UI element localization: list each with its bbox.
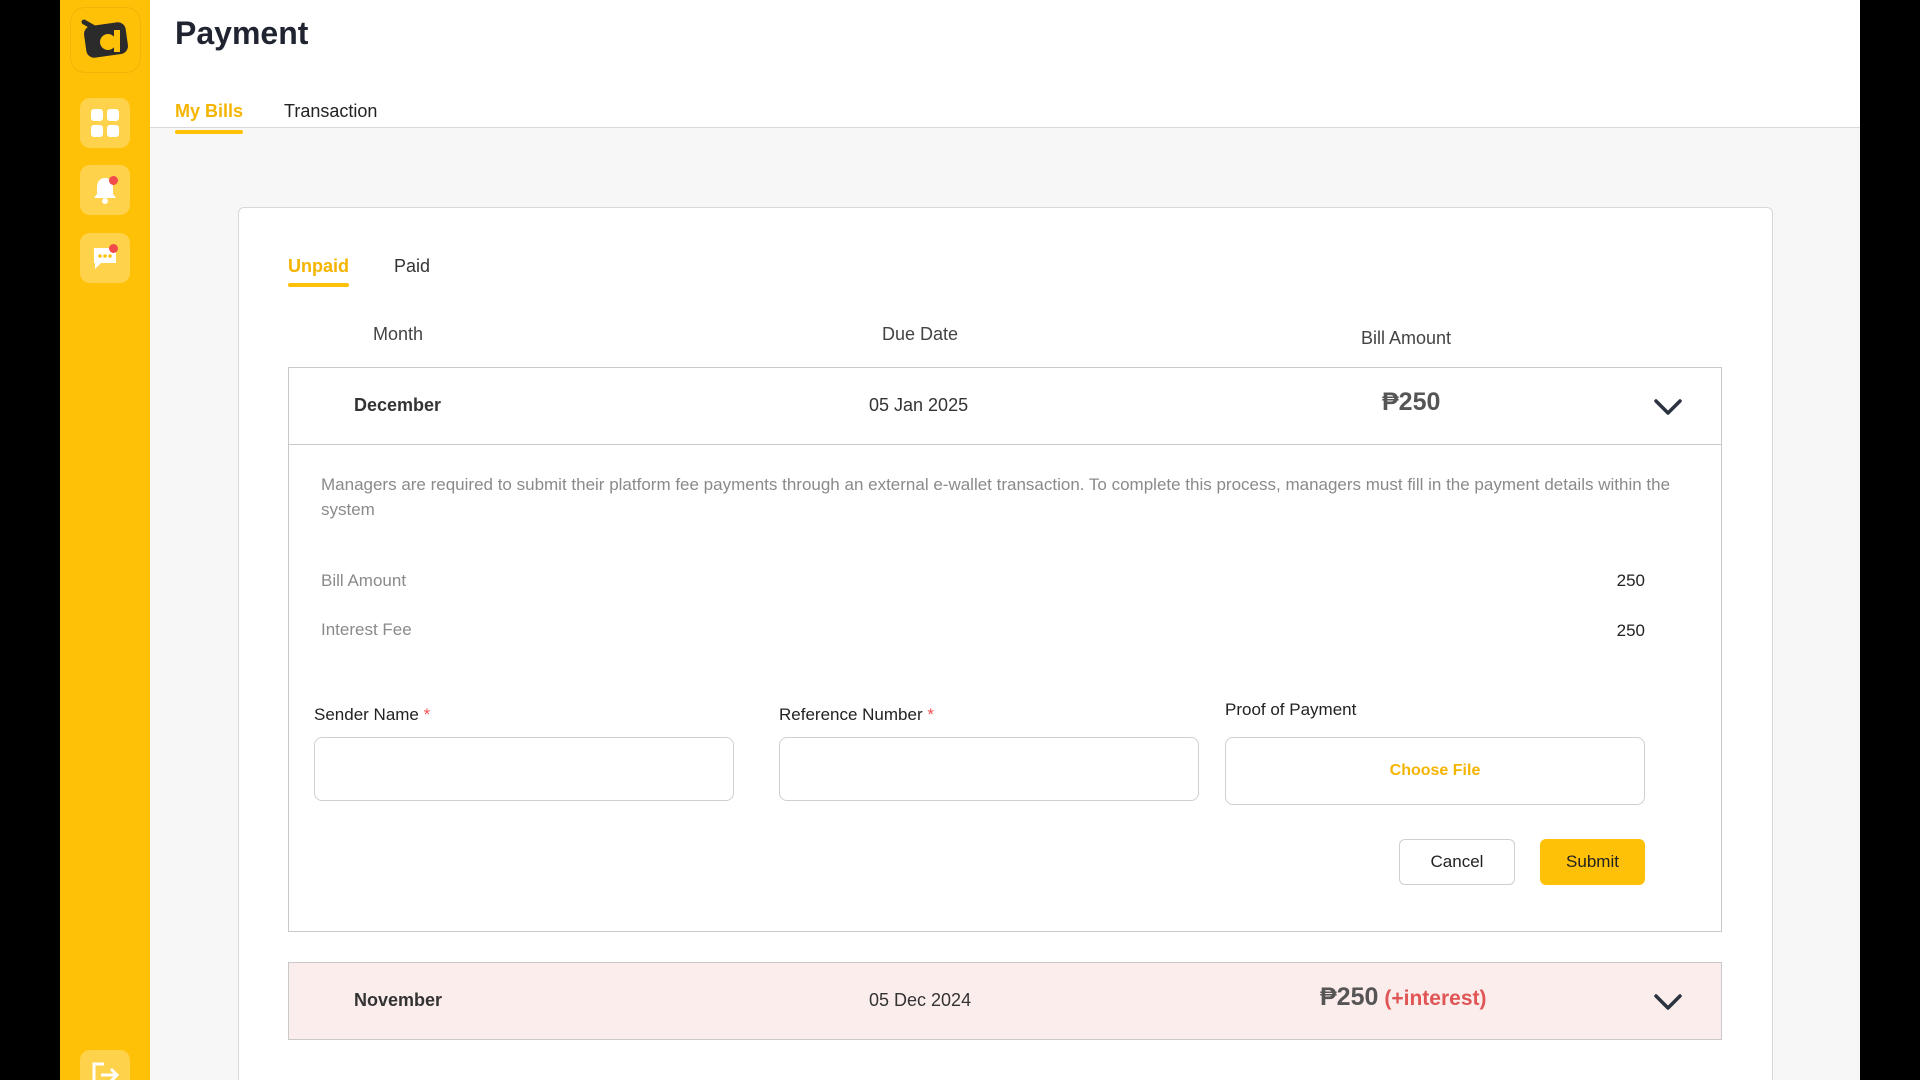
logout-icon (92, 1062, 120, 1080)
bill-row-november[interactable]: November 05 Dec 2024 ₱250 (+interest) (288, 962, 1722, 1040)
bill-detail-panel: Managers are required to submit their pl… (288, 445, 1722, 932)
top-bar: Payment My Bills Transaction (150, 0, 1860, 134)
bills-card: Unpaid Paid Month Due Date Bill Amount D… (238, 207, 1773, 1080)
notification-dot (109, 176, 118, 185)
logout-button[interactable] (80, 1050, 130, 1080)
bill-amount-value: ₱250 (1382, 388, 1441, 416)
bill-due-date: 05 Jan 2025 (869, 395, 969, 415)
required-mark: * (423, 705, 431, 724)
tab-my-bills[interactable]: My Bills (175, 101, 244, 134)
bill-amount: ₱250 (+interest) (1320, 983, 1487, 1012)
submit-button[interactable]: Submit (1540, 839, 1645, 885)
choose-file-label: Choose File (1389, 762, 1481, 779)
dashboard-button[interactable] (80, 98, 130, 148)
reference-number-label-text: Reference Number (779, 705, 923, 724)
reference-number-input[interactable] (779, 737, 1199, 801)
subtab-paid[interactable]: Paid (394, 256, 430, 277)
page-title: Payment (175, 15, 309, 51)
interest-fee-value: 250 (1616, 621, 1645, 640)
bill-month: December (354, 395, 442, 415)
grid-icon (91, 109, 119, 137)
reference-number-label: Reference Number * (779, 705, 934, 725)
chevron-down-icon[interactable] (1653, 398, 1683, 416)
column-header-month: Month (373, 324, 424, 344)
proof-of-payment-label: Proof of Payment (1225, 700, 1357, 719)
interest-fee-label: Interest Fee (321, 620, 412, 639)
bill-month: November (354, 990, 443, 1010)
subtab-unpaid[interactable]: Unpaid (288, 256, 349, 287)
column-header-due-date: Due Date (882, 324, 959, 344)
app-logo-icon[interactable] (71, 8, 140, 72)
sidebar (60, 0, 150, 1080)
bill-amount: ₱250 (1382, 388, 1440, 417)
bill-row-december[interactable]: December 05 Jan 2025 ₱250 (288, 367, 1722, 445)
interest-tag: (+interest) (1384, 987, 1487, 1010)
main-panel: Payment My Bills Transaction Unpaid Paid… (150, 0, 1860, 1080)
right-frame (1860, 0, 1920, 1080)
bill-due-date: 05 Dec 2024 (869, 990, 972, 1010)
sender-name-input[interactable] (314, 737, 734, 801)
notifications-button[interactable] (80, 165, 130, 215)
chevron-down-icon[interactable] (1653, 993, 1683, 1011)
payment-instructions: Managers are required to submit their pl… (321, 475, 1671, 519)
cancel-button[interactable]: Cancel (1399, 839, 1515, 885)
sender-name-label-text: Sender Name (314, 705, 419, 724)
message-dot (109, 244, 118, 253)
required-mark: * (927, 705, 934, 724)
bill-amount-label: Bill Amount (321, 571, 407, 590)
bill-amount-value: 250 (1616, 571, 1645, 590)
tab-transaction[interactable]: Transaction (284, 101, 377, 122)
bill-amount-value: ₱250 (1320, 983, 1379, 1011)
column-header-bill-amount: Bill Amount (1361, 328, 1452, 348)
left-frame (0, 0, 60, 1080)
choose-file-button[interactable]: Choose File (1225, 737, 1645, 805)
messages-button[interactable] (80, 233, 130, 283)
sender-name-label: Sender Name * (314, 705, 430, 725)
